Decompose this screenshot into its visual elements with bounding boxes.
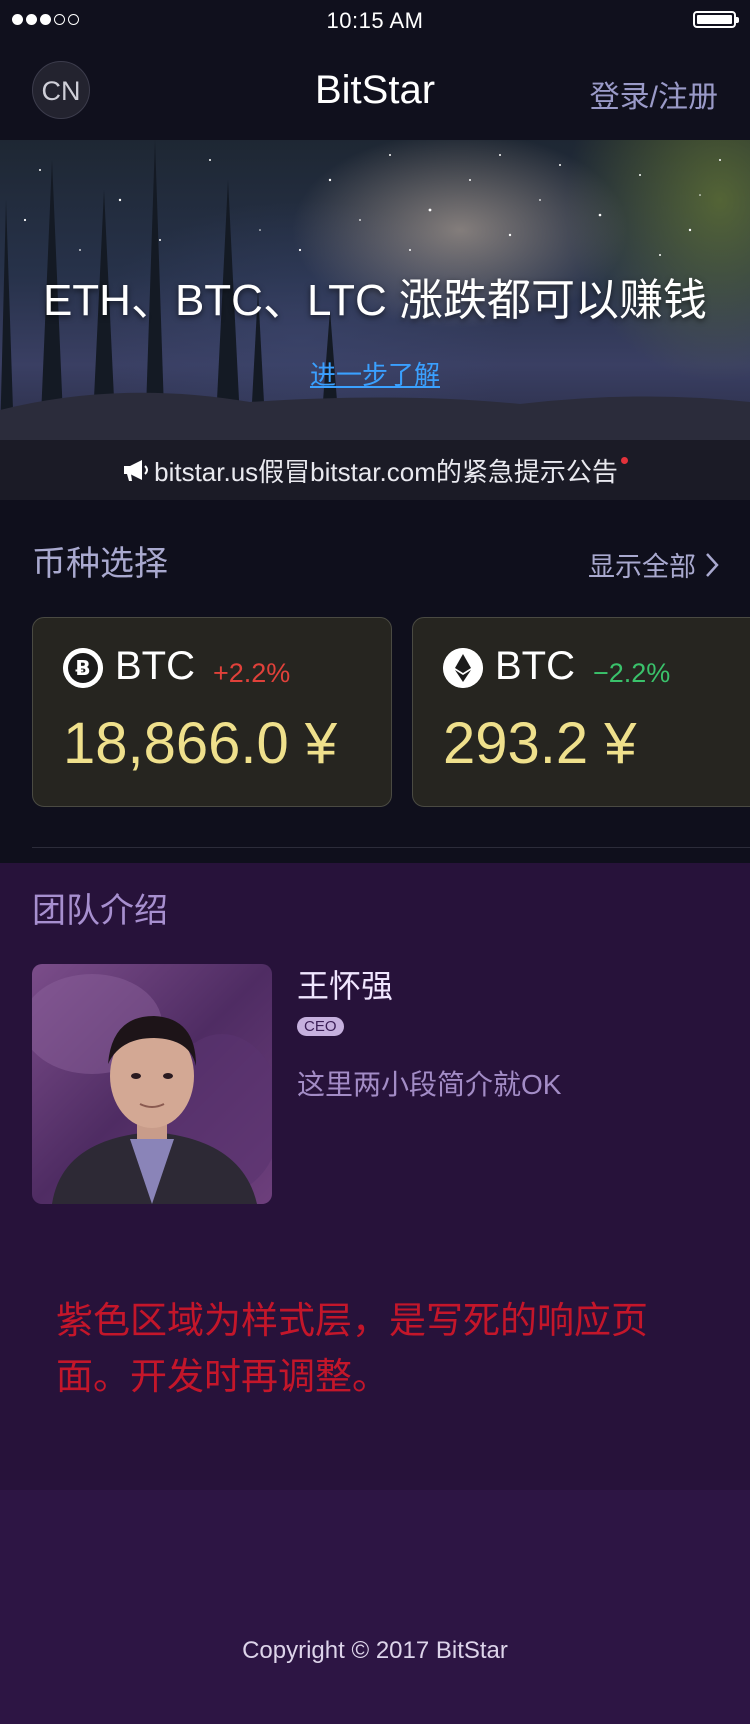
coin-section-title: 币种选择 xyxy=(32,545,168,583)
team-section-title: 团队介绍 xyxy=(32,892,168,930)
coin-price: 293.2 ¥ xyxy=(443,711,637,776)
status-time: 10:15 AM xyxy=(326,8,424,33)
show-all-button[interactable]: 显示全部 xyxy=(588,545,720,584)
chevron-right-icon xyxy=(706,552,719,577)
top-nav-bar: CN BitStar 登录/注册 xyxy=(0,40,750,140)
battery-icon xyxy=(693,11,739,28)
show-all-label: 显示全部 xyxy=(588,552,696,582)
coin-name: BTC xyxy=(115,644,195,688)
ethereum-icon xyxy=(443,648,483,688)
unread-dot xyxy=(620,456,628,464)
bitcoin-icon: Ƀ xyxy=(63,648,103,688)
announcement-text: bitstar.us假冒bitstar.com的紧急提示公告 xyxy=(154,456,618,487)
coin-selection-section: 币种选择 显示全部 Ƀ BTC +2.2% 18,866.0 ¥ BTC −2.… xyxy=(0,500,750,863)
coin-card-btc[interactable]: Ƀ BTC +2.2% 18,866.0 ¥ xyxy=(32,617,392,807)
section-divider xyxy=(32,847,750,848)
coin-change: +2.2% xyxy=(213,658,291,688)
hero-banner[interactable]: ETH、BTC、LTC 涨跌都可以赚钱 进一步了解 xyxy=(0,140,750,440)
member-bio: 这里两小段简介就OK xyxy=(297,1069,562,1100)
copyright-text: Copyright © 2017 BitStar xyxy=(242,1637,508,1664)
footer: Copyright © 2017 BitStar xyxy=(0,1490,750,1724)
member-name: 王怀强 xyxy=(297,968,394,1004)
coin-price: 18,866.0 ¥ xyxy=(63,711,338,776)
svg-text:Ƀ: Ƀ xyxy=(75,656,90,680)
learn-more-link[interactable]: 进一步了解 xyxy=(0,355,750,392)
login-register-link[interactable]: 登录/注册 xyxy=(590,72,718,116)
member-photo xyxy=(32,964,272,1204)
coin-change: −2.2% xyxy=(593,658,671,688)
coin-card-eth[interactable]: BTC −2.2% 293.2 ¥ xyxy=(412,617,750,807)
megaphone-icon xyxy=(124,460,149,481)
status-bar: 10:15 AM xyxy=(0,0,750,40)
member-role-badge: CEO xyxy=(297,1017,344,1036)
announcement-bar[interactable]: bitstar.us假冒bitstar.com的紧急提示公告 xyxy=(0,440,750,500)
design-note: 紫色区域为样式层，是写死的响应页面。开发时再调整。 xyxy=(56,1300,648,1397)
team-section: 团队介绍 王怀强 CEO 这里两小段简介就OK 紫色区域为样式层，是写死的响应页… xyxy=(0,863,750,1490)
coin-name: BTC xyxy=(495,644,575,688)
hero-headline: ETH、BTC、LTC 涨跌都可以赚钱 xyxy=(42,276,708,325)
